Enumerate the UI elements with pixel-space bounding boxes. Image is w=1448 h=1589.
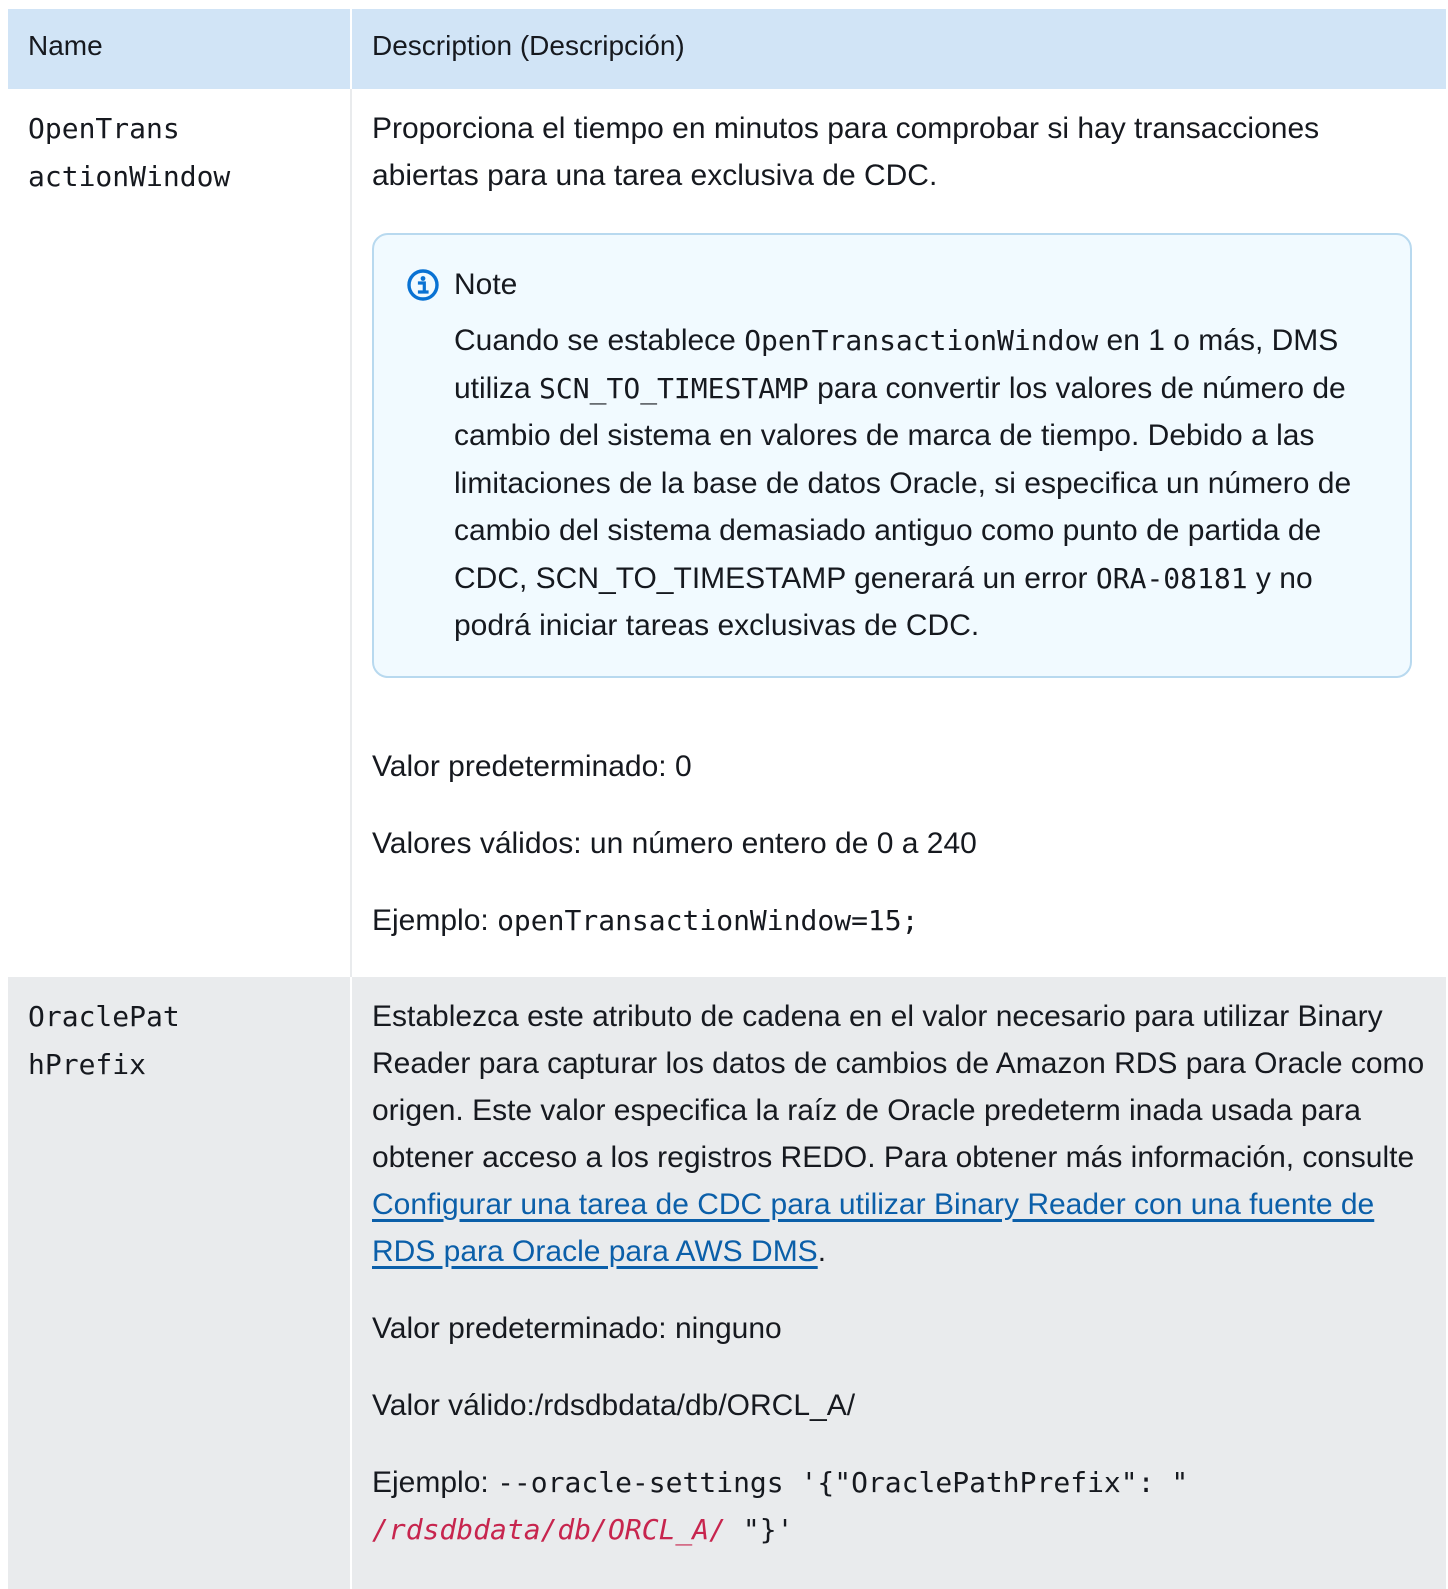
default-value: Valor predeterminado: ninguno (372, 1312, 782, 1345)
param-name: OraclePat hPrefix (28, 977, 350, 1089)
note-text: Cuando se establece OpenTransactionWindo… (454, 324, 1352, 642)
table-header-row: Name Description (Descripción) (8, 9, 1446, 89)
example-code: openTransactionWindow=15; (497, 903, 919, 937)
table-row: OraclePat hPrefix Establezca este atribu… (8, 977, 1446, 1589)
note-box: Note Cuando se establece OpenTransaction… (372, 233, 1412, 678)
param-name-cell: OpenTrans actionWindow (8, 89, 350, 977)
parameters-table: Name Description (Descripción) OpenTrans… (8, 9, 1446, 1589)
header-name: Name (28, 30, 103, 61)
docs-link[interactable]: Configurar una tarea de CDC para utiliza… (372, 1188, 1374, 1268)
param-name-cell: OraclePat hPrefix (8, 977, 350, 1589)
inline-code: SCN_TO_TIMESTAMP (539, 371, 809, 405)
default-value: Valor predeterminado: 0 (372, 749, 692, 783)
note-header: Note (406, 265, 1390, 305)
info-circle-icon (406, 268, 440, 302)
note-body: Cuando se establece OpenTransactionWindo… (406, 317, 1390, 650)
param-description: Proporciona el tiempo en minutos para co… (372, 112, 1320, 192)
valid-value: Valor válido:/rdsdbdata/db/ORCL_A/ (372, 1389, 856, 1422)
param-name-line: OraclePat (28, 1000, 180, 1033)
inline-code: OpenTransactionWindow (744, 324, 1099, 357)
param-name-line: OpenTrans (28, 112, 180, 145)
example-code: "}' (742, 1513, 794, 1546)
valid-values: Valores válidos: un número entero de 0 a… (372, 826, 977, 860)
param-description-cell: Establezca este atributo de cadena en el… (350, 977, 1446, 1589)
param-description-cell: Proporciona el tiempo en minutos para co… (350, 89, 1446, 977)
header-description: Description (Descripción) (350, 9, 1446, 89)
inline-code: ORA-08181 (1095, 561, 1248, 595)
param-name-line: hPrefix (28, 1048, 147, 1081)
example-code: --oracle-settings '{"OraclePathPrefix": … (497, 1466, 1189, 1499)
note-title: Note (454, 268, 518, 301)
param-name-line: actionWindow (28, 160, 231, 193)
example: Ejemplo: --oracle-settings '{"OraclePath… (372, 1466, 1189, 1546)
param-description: Establezca este atributo de cadena en el… (372, 1000, 1425, 1268)
param-name: OpenTrans actionWindow (28, 89, 350, 201)
table-row: OpenTrans actionWindow Proporciona el ti… (8, 89, 1446, 977)
example-code-variable: /rdsdbdata/db/ORCL_A/ (372, 1513, 743, 1546)
example: Ejemplo: openTransactionWindow=15; (372, 903, 919, 937)
